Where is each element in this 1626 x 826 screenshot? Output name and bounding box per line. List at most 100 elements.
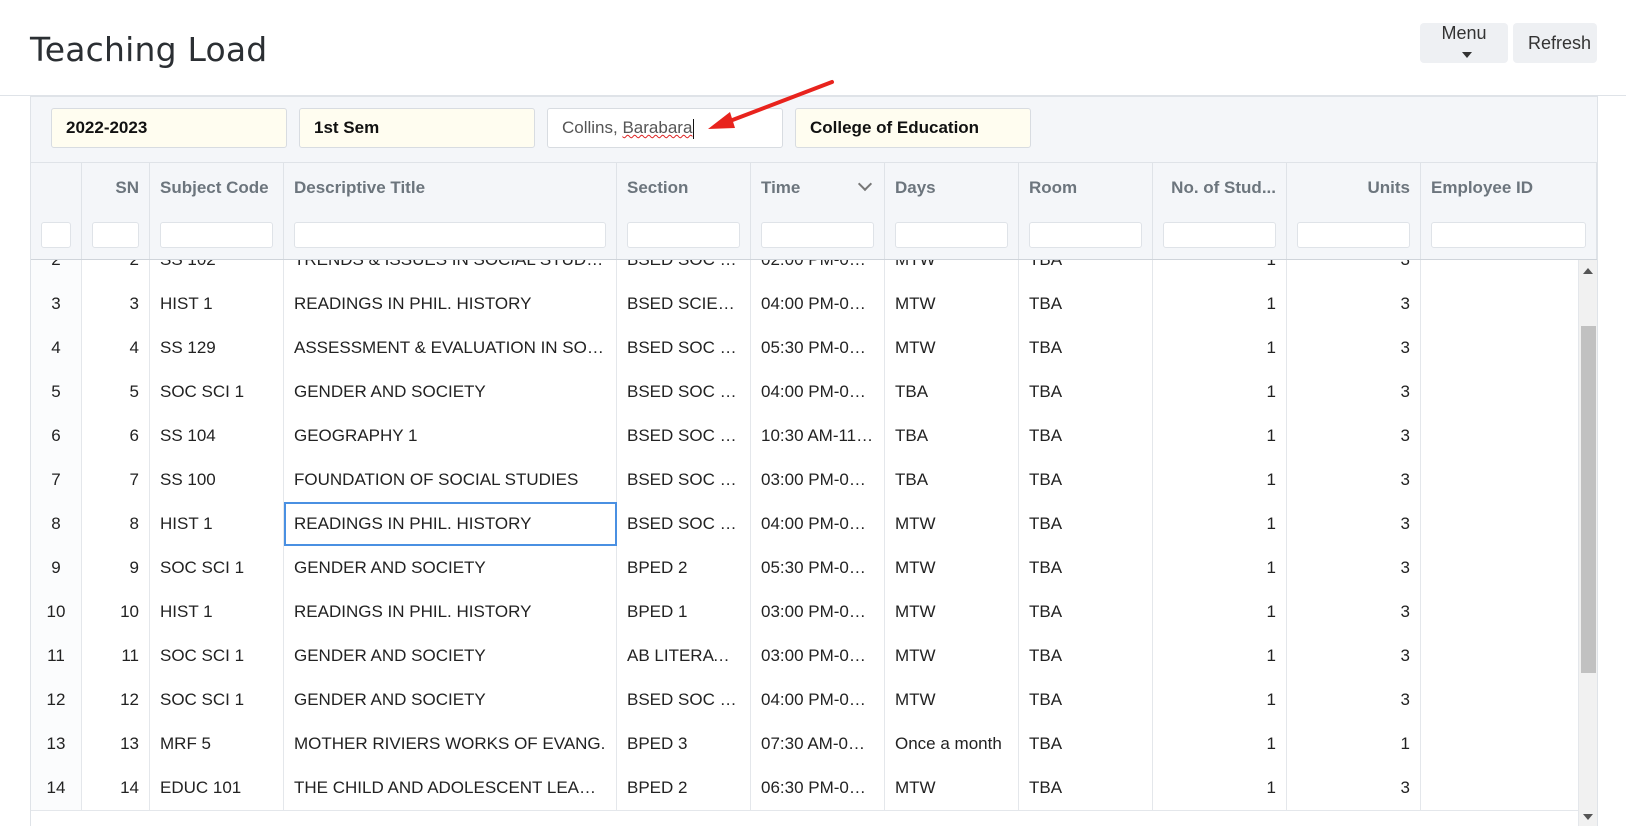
cell-students[interactable]: 1: [1153, 414, 1287, 458]
cell-days[interactable]: MTW: [885, 766, 1019, 810]
cell-emp[interactable]: [1421, 678, 1578, 722]
cell-room[interactable]: TBA: [1019, 502, 1153, 546]
cell-sn[interactable]: 8: [82, 502, 150, 546]
cell-room[interactable]: TBA: [1019, 678, 1153, 722]
cell-row[interactable]: 5: [31, 370, 82, 414]
cell-days[interactable]: MTW: [885, 546, 1019, 590]
cell-students[interactable]: 1: [1153, 502, 1287, 546]
cell-emp[interactable]: [1421, 502, 1578, 546]
cell-time[interactable]: 02:00 PM-03:0...: [751, 260, 885, 282]
cell-section[interactable]: BSED SOC ST...: [617, 458, 751, 502]
cell-title[interactable]: GENDER AND SOCIETY: [284, 678, 617, 722]
menu-button[interactable]: Menu: [1420, 23, 1508, 63]
cell-emp[interactable]: [1421, 458, 1578, 502]
cell-students[interactable]: 1: [1153, 458, 1287, 502]
cell-room[interactable]: TBA: [1019, 370, 1153, 414]
cell-time[interactable]: 05:30 PM-06:3...: [751, 326, 885, 370]
cell-section[interactable]: BSED SOC ST...: [617, 502, 751, 546]
cell-title[interactable]: THE CHILD AND ADOLESCENT LEARNERS ...: [284, 766, 617, 810]
cell-sn[interactable]: 5: [82, 370, 150, 414]
cell-section[interactable]: BPED 2: [617, 766, 751, 810]
cell-emp[interactable]: [1421, 326, 1578, 370]
cell-units[interactable]: 3: [1287, 370, 1421, 414]
cell-days[interactable]: TBA: [885, 370, 1019, 414]
cell-days[interactable]: MTW: [885, 502, 1019, 546]
cell-code[interactable]: SOC SCI 1: [150, 634, 284, 678]
cell-sn[interactable]: 10: [82, 590, 150, 634]
cell-row[interactable]: 4: [31, 326, 82, 370]
cell-section[interactable]: BSED SOC ST...: [617, 326, 751, 370]
cell-code[interactable]: SOC SCI 1: [150, 678, 284, 722]
cell-sn[interactable]: 3: [82, 282, 150, 326]
cell-students[interactable]: 1: [1153, 260, 1287, 282]
cell-time[interactable]: 07:30 AM-08:0...: [751, 722, 885, 766]
cell-row[interactable]: 13: [31, 722, 82, 766]
cell-title[interactable]: MOTHER RIVIERS WORKS OF EVANG.: [284, 722, 617, 766]
column-filter-input-row[interactable]: [41, 222, 71, 248]
cell-sn[interactable]: 13: [82, 722, 150, 766]
table-row[interactable]: 11 11 SOC SCI 1 GENDER AND SOCIETY AB LITERA…: [31, 634, 1578, 679]
cell-title[interactable]: FOUNDATION OF SOCIAL STUDIES: [284, 458, 617, 502]
cell-room[interactable]: TBA: [1019, 282, 1153, 326]
cell-days[interactable]: MTW: [885, 590, 1019, 634]
cell-title[interactable]: GENDER AND SOCIETY: [284, 634, 617, 678]
column-filter-input-title[interactable]: [294, 222, 606, 248]
cell-room[interactable]: TBA: [1019, 326, 1153, 370]
cell-section[interactable]: BPED 2: [617, 546, 751, 590]
cell-code[interactable]: EDUC 101: [150, 766, 284, 810]
cell-emp[interactable]: [1421, 722, 1578, 766]
table-row[interactable]: 4 4 SS 129 ASSESSMENT & EVALUATION IN SOC. …: [31, 326, 1578, 371]
cell-title[interactable]: READINGS IN PHIL. HISTORY: [284, 502, 617, 546]
cell-room[interactable]: TBA: [1019, 766, 1153, 810]
cell-students[interactable]: 1: [1153, 370, 1287, 414]
cell-units[interactable]: 3: [1287, 326, 1421, 370]
cell-days[interactable]: MTW: [885, 282, 1019, 326]
cell-section[interactable]: BPED 1: [617, 590, 751, 634]
table-row[interactable]: 14 14 EDUC 101 THE CHILD AND ADOLESCENT LEA…: [31, 766, 1578, 811]
cell-row[interactable]: 6: [31, 414, 82, 458]
cell-room[interactable]: TBA: [1019, 722, 1153, 766]
cell-section[interactable]: BPED 3: [617, 722, 751, 766]
cell-emp[interactable]: [1421, 260, 1578, 282]
cell-units[interactable]: 3: [1287, 546, 1421, 590]
column-header-sn[interactable]: SN: [82, 163, 150, 212]
cell-code[interactable]: SOC SCI 1: [150, 546, 284, 590]
cell-sn[interactable]: 14: [82, 766, 150, 810]
cell-row[interactable]: 9: [31, 546, 82, 590]
cell-students[interactable]: 1: [1153, 678, 1287, 722]
cell-days[interactable]: MTW: [885, 634, 1019, 678]
cell-units[interactable]: 3: [1287, 590, 1421, 634]
cell-code[interactable]: SS 129: [150, 326, 284, 370]
cell-room[interactable]: TBA: [1019, 458, 1153, 502]
cell-students[interactable]: 1: [1153, 546, 1287, 590]
cell-time[interactable]: 10:30 AM-11:3...: [751, 414, 885, 458]
cell-code[interactable]: MRF 5: [150, 722, 284, 766]
cell-title[interactable]: GEOGRAPHY 1: [284, 414, 617, 458]
cell-code[interactable]: SS 100: [150, 458, 284, 502]
column-header-code[interactable]: Subject Code: [150, 163, 284, 212]
column-filter-input-room[interactable]: [1029, 222, 1142, 248]
cell-units[interactable]: 3: [1287, 766, 1421, 810]
semester-field[interactable]: 1st Sem: [299, 108, 535, 148]
cell-time[interactable]: 03:00 PM-04:0...: [751, 590, 885, 634]
table-row[interactable]: 5 5 SOC SCI 1 GENDER AND SOCIETY BSED SOC ST…: [31, 370, 1578, 415]
scroll-down-icon[interactable]: [1583, 814, 1593, 820]
table-row[interactable]: 12 12 SOC SCI 1 GENDER AND SOCIETY BSED SOC …: [31, 678, 1578, 723]
column-filter-input-time[interactable]: [761, 222, 874, 248]
table-row[interactable]: 3 3 HIST 1 READINGS IN PHIL. HISTORY BSED SC…: [31, 282, 1578, 327]
cell-row[interactable]: 3: [31, 282, 82, 326]
table-row[interactable]: 22SS 102TRENDS & ISSUES IN SOCIAL STUDIE…: [31, 260, 1578, 283]
cell-room[interactable]: TBA: [1019, 260, 1153, 282]
cell-row[interactable]: 8: [31, 502, 82, 546]
column-filter-input-days[interactable]: [895, 222, 1008, 248]
column-header-row[interactable]: [31, 163, 82, 212]
column-filter-input-units[interactable]: [1297, 222, 1410, 248]
column-header-title[interactable]: Descriptive Title: [284, 163, 617, 212]
cell-time[interactable]: 03:00 PM-04:0...: [751, 458, 885, 502]
cell-emp[interactable]: [1421, 766, 1578, 810]
cell-units[interactable]: 3: [1287, 678, 1421, 722]
cell-title[interactable]: GENDER AND SOCIETY: [284, 546, 617, 590]
cell-units[interactable]: 3: [1287, 282, 1421, 326]
table-row[interactable]: 7 7 SS 100 FOUNDATION OF SOCIAL STUDIES BSED…: [31, 458, 1578, 503]
cell-time[interactable]: 04:00 PM-05:0...: [751, 370, 885, 414]
